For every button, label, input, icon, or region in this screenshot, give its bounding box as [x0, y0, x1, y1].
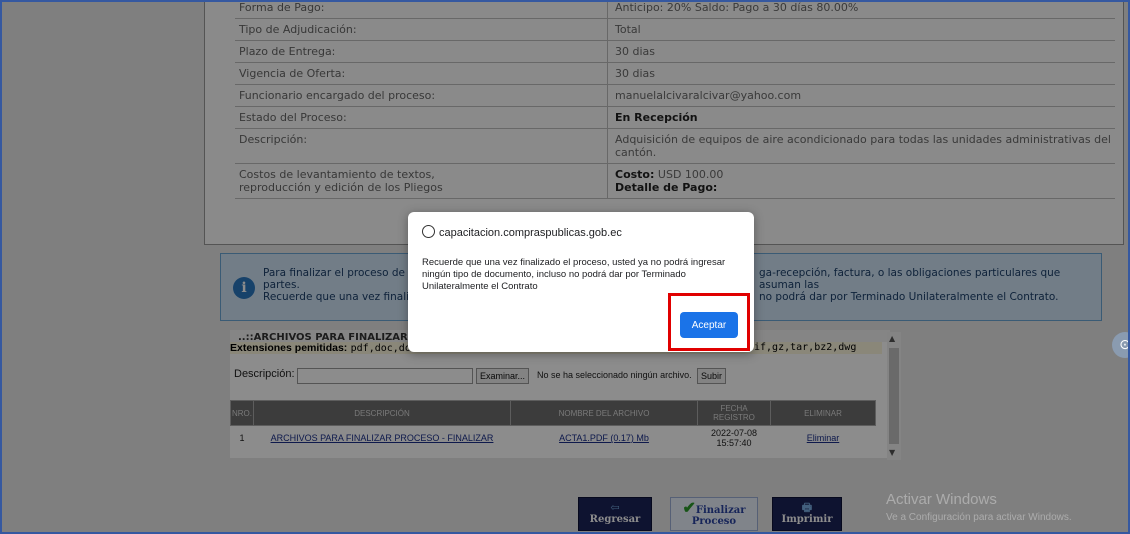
highlight-box: [668, 293, 750, 351]
dialog-message: Recuerde que una vez finalizado el proce…: [422, 257, 726, 292]
watermark-title: Activar Windows: [886, 491, 997, 508]
dialog-origin-text: capacitacion.compraspublicas.gob.ec: [439, 227, 622, 239]
windows-activation-watermark: Activar Windows Ve a Configuración para …: [886, 491, 1072, 523]
dialog-origin: capacitacion.compraspublicas.gob.ec: [422, 225, 622, 239]
globe-icon: [422, 225, 435, 238]
watermark-subtitle: Ve a Configuración para activar Windows.: [886, 512, 1072, 523]
